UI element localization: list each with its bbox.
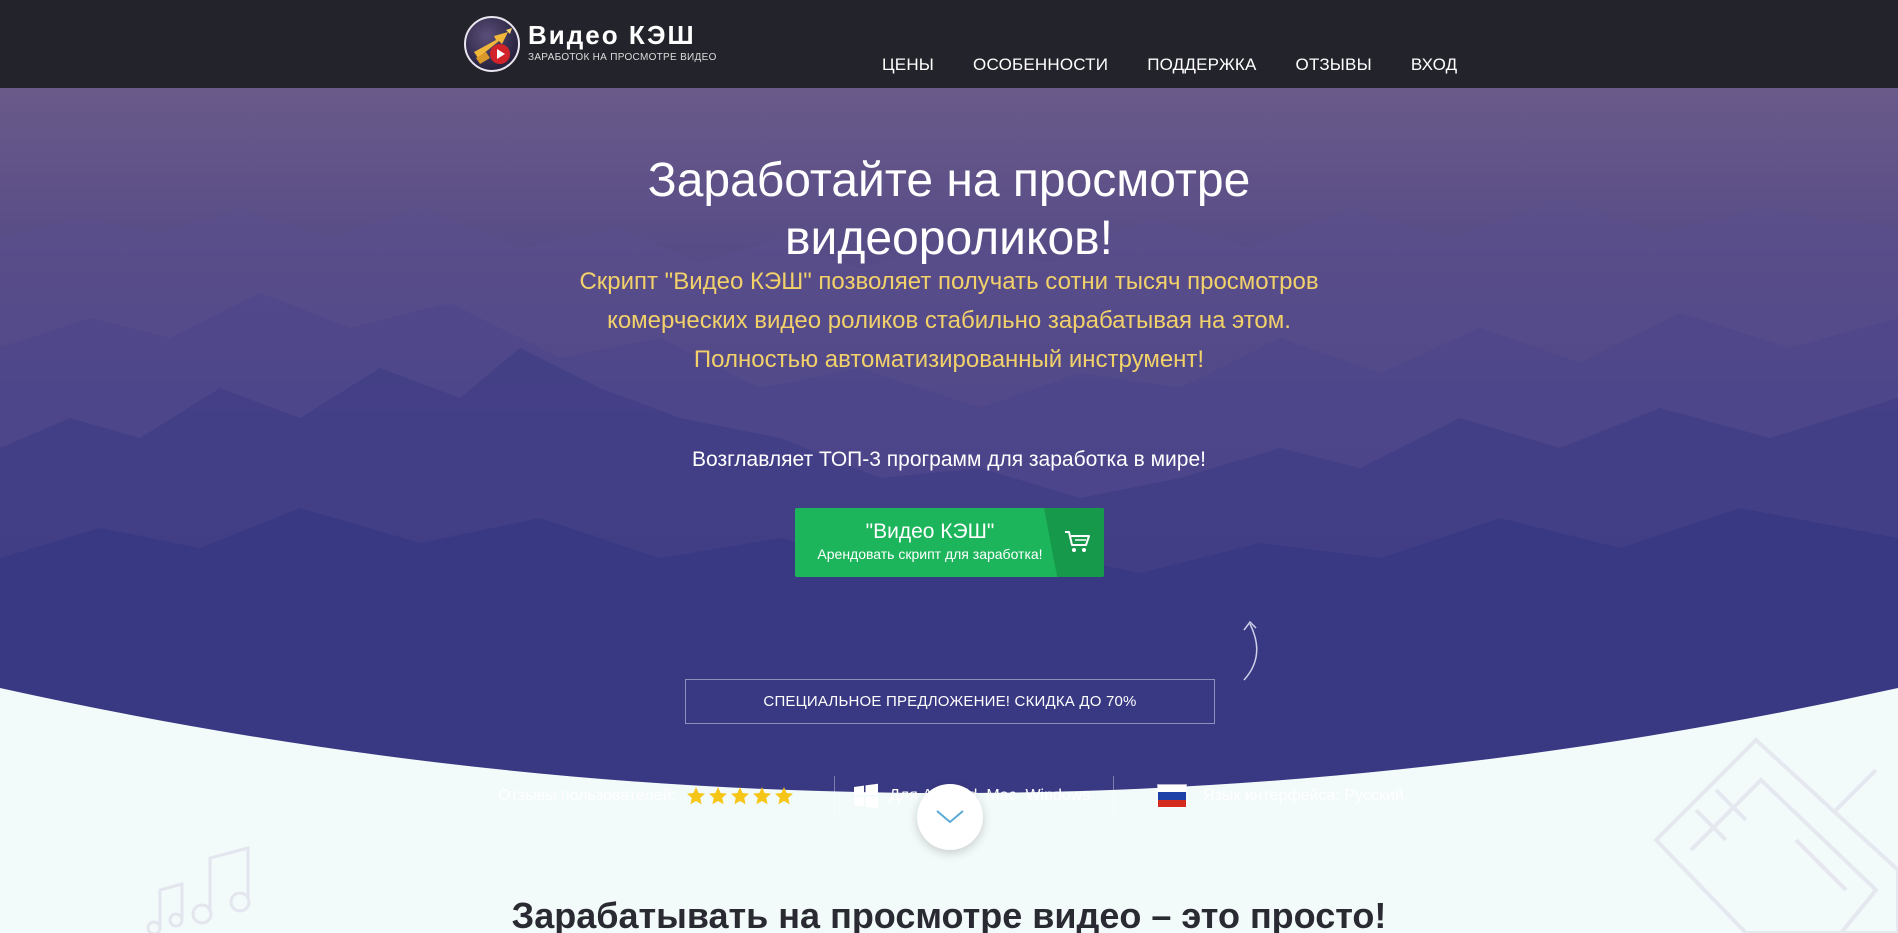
- reviews-label: Отзывы пользователей:: [498, 787, 676, 804]
- section-title: Зарабатывать на просмотре видео – это пр…: [511, 895, 1387, 933]
- main-nav: ЦЕНЫ ОСОБЕННОСТИ ПОДДЕРЖКА ОТЗЫВЫ ВХОД: [882, 55, 1457, 75]
- rating-stars: [686, 786, 794, 806]
- hero-title: Заработайте на просмотре видеороликов!: [449, 152, 1449, 268]
- cta-subtitle: Арендовать скрипт для заработка!: [817, 546, 1043, 562]
- star-icon: [709, 787, 727, 805]
- logo[interactable]: Видео КЭШ ЗАРАБОТОК НА ПРОСМОТРЕ ВИДЕО: [464, 14, 724, 74]
- top-navigation-bar: Видео КЭШ ЗАРАБОТОК НА ПРОСМОТРЕ ВИДЕО Ц…: [0, 0, 1898, 88]
- nav-link-login[interactable]: ВХОД: [1411, 55, 1458, 75]
- scroll-down-button[interactable]: [917, 784, 983, 850]
- logo-text: Видео КЭШ ЗАРАБОТОК НА ПРОСМОТРЕ ВИДЕО: [528, 20, 717, 65]
- hero-desc-line3: Полностью автоматизированный инструмент!: [693, 346, 1205, 373]
- divider: [1113, 776, 1114, 816]
- nav-link-features[interactable]: ОСОБЕННОСТИ: [973, 55, 1108, 75]
- windows-icon: [854, 783, 878, 809]
- nav-link-prices[interactable]: ЦЕНЫ: [882, 55, 934, 75]
- cta-text: "Видео КЭШ" Арендовать скрипт для зарабо…: [795, 520, 1065, 563]
- nav-link-reviews[interactable]: ОТЗЫВЫ: [1296, 55, 1372, 75]
- film-strip-icon: [1653, 737, 1898, 933]
- hero-tagline: Возглавляет ТОП-3 программ для заработка…: [692, 448, 1206, 471]
- shopping-cart-icon: [1065, 531, 1090, 552]
- language-label: Язык интерфейса: Русский: [1203, 787, 1404, 804]
- star-icon: [687, 787, 705, 805]
- logo-title: Видео КЭШ: [528, 20, 696, 50]
- music-notes-icon: [146, 846, 251, 933]
- hero-desc-line1: Скрипт "Видео КЭШ" позволяет получать со…: [579, 268, 1319, 295]
- hero-desc-line2: комерческих видео роликов стабильно зара…: [607, 307, 1291, 334]
- nav-link-support[interactable]: ПОДДЕРЖКА: [1147, 55, 1256, 75]
- logo-badge-icon: [464, 16, 520, 72]
- star-icon: [753, 787, 771, 805]
- chevron-down-icon: [936, 810, 964, 824]
- reviews-feature: Отзывы пользователей:: [498, 776, 794, 816]
- rent-script-button[interactable]: "Видео КЭШ" Арендовать скрипт для зарабо…: [795, 508, 1104, 577]
- russian-flag-icon: [1157, 784, 1187, 808]
- curved-arrow-icon: [1243, 620, 1258, 681]
- language-feature: Язык интерфейса: Русский: [1157, 776, 1404, 816]
- hero-description: Скрипт "Видео КЭШ" позволяет получать со…: [449, 262, 1449, 379]
- star-icon: [731, 787, 749, 805]
- logo-subtitle: ЗАРАБОТОК НА ПРОСМОТРЕ ВИДЕО: [528, 52, 717, 63]
- cta-title: "Видео КЭШ": [865, 520, 995, 543]
- star-icon: [775, 787, 793, 805]
- divider: [834, 776, 835, 816]
- hero-title-line1: Заработайте на просмотре: [647, 154, 1251, 207]
- special-offer-button[interactable]: СПЕЦИАЛЬНОЕ ПРЕДЛОЖЕНИЕ! СКИДКА ДО 70%: [685, 679, 1215, 724]
- hero-title-line2: видеороликов!: [785, 212, 1113, 265]
